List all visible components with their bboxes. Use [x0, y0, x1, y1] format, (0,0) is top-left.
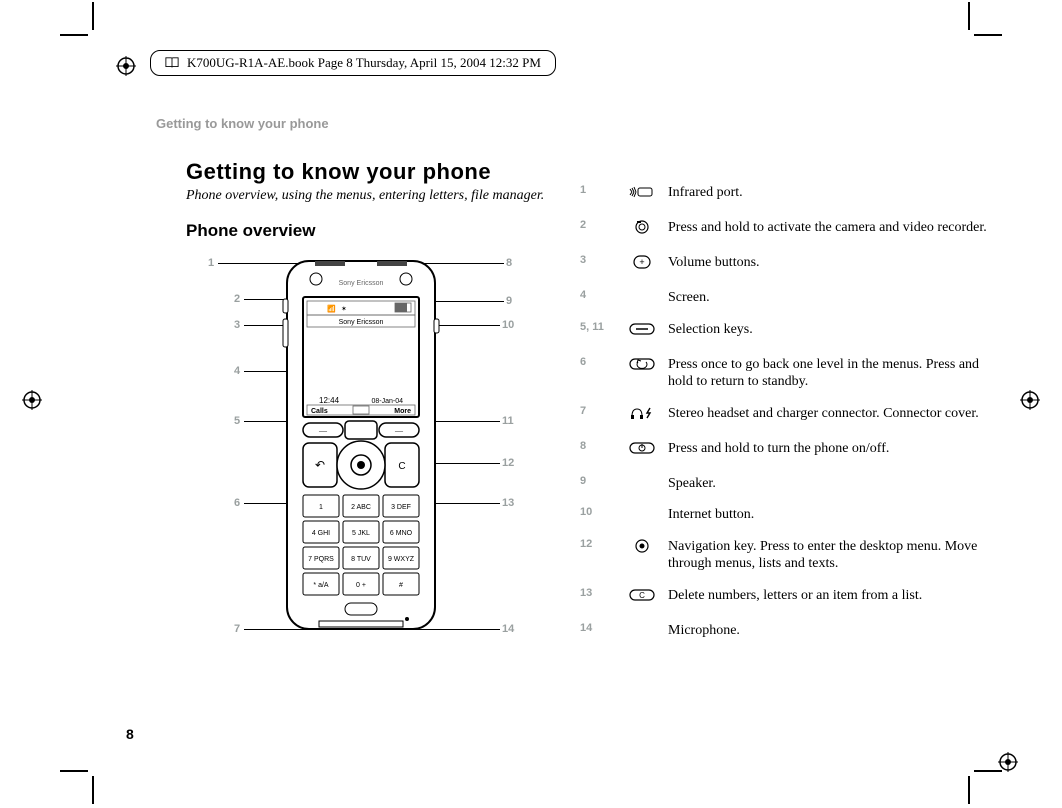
callout-14: 14: [502, 623, 514, 635]
legend-row: 13 C Delete numbers, letters or an item …: [576, 583, 996, 618]
svg-text:↶: ↶: [315, 458, 325, 472]
crop-mark: [968, 776, 970, 804]
legend-row: 7 Stereo headset and charger connector. …: [576, 401, 996, 436]
svg-text:✶: ✶: [341, 305, 347, 313]
legend-row: 3 + Volume buttons.: [576, 250, 996, 285]
page-title: Getting to know your phone: [186, 160, 556, 183]
left-column: Getting to know your phone Phone overvie…: [186, 160, 556, 665]
callout-12: 12: [502, 457, 514, 469]
page-subtitle: Phone overview, using the menus, enterin…: [186, 187, 556, 205]
book-icon: [165, 56, 179, 70]
svg-text:8 TUV: 8 TUV: [351, 556, 371, 563]
screen-date: 08-Jan-04: [371, 398, 403, 405]
phone-brand: Sony Ericsson: [339, 280, 384, 287]
book-info-text: K700UG-R1A-AE.book Page 8 Thursday, Apri…: [187, 55, 541, 71]
crop-mark: [92, 776, 94, 804]
legend-row: 10 Internet button.: [576, 502, 996, 534]
camera-icon: [620, 215, 664, 250]
callout-5: 5: [234, 415, 240, 427]
screen-softkey-right: More: [394, 408, 411, 415]
callout-line: [434, 325, 500, 326]
callout-4: 4: [234, 365, 240, 377]
screen-top-text: Sony Ericsson: [339, 319, 384, 326]
callout-2: 2: [234, 293, 240, 305]
svg-text:3 DEF: 3 DEF: [391, 504, 411, 511]
svg-text:―: ―: [318, 426, 328, 435]
svg-text:5 JKL: 5 JKL: [352, 530, 370, 537]
book-info-box: K700UG-R1A-AE.book Page 8 Thursday, Apri…: [150, 50, 556, 76]
callout-6: 6: [234, 497, 240, 509]
svg-text:C: C: [398, 461, 405, 472]
legend-table: 1 Infrared port. 2 Press and hold to act…: [576, 180, 996, 649]
crop-mark: [60, 770, 88, 772]
registration-mark-icon: [116, 56, 136, 76]
page-content: Getting to know your phone Phone overvie…: [156, 160, 1000, 758]
screen-softkey-left: Calls: [311, 408, 328, 415]
infrared-icon: [620, 180, 664, 215]
callout-7: 7: [234, 623, 240, 635]
svg-text:9 WXYZ: 9 WXYZ: [388, 556, 415, 563]
legend-text: Infrared port.: [664, 180, 996, 215]
selection-key-icon: [620, 317, 664, 352]
power-key-icon: [620, 436, 664, 471]
c-key-icon: C: [620, 583, 664, 618]
svg-text:C: C: [639, 591, 645, 600]
callout-1: 1: [208, 257, 214, 269]
svg-text:#: #: [399, 582, 403, 589]
page-number: 8: [126, 726, 134, 742]
svg-text:4 GHI: 4 GHI: [312, 530, 330, 537]
callout-10: 10: [502, 319, 514, 331]
legend-row: 5, 11 Selection keys.: [576, 317, 996, 352]
legend-row: 4 Screen.: [576, 285, 996, 317]
navigation-key-icon: [620, 534, 664, 583]
legend-column: 1 Infrared port. 2 Press and hold to act…: [576, 180, 996, 649]
legend-row: 6 Press once to go back one level in the…: [576, 352, 996, 401]
back-key-icon: [620, 352, 664, 401]
crop-mark: [60, 34, 88, 36]
running-header: Getting to know your phone: [156, 116, 329, 131]
crop-mark: [974, 34, 1002, 36]
legend-row: 2 Press and hold to activate the camera …: [576, 215, 996, 250]
svg-text:―: ―: [394, 426, 404, 435]
registration-mark-icon: [22, 390, 42, 410]
legend-row: 1 Infrared port.: [576, 180, 996, 215]
svg-text:7 PQRS: 7 PQRS: [308, 556, 334, 563]
section-heading: Phone overview: [186, 221, 556, 241]
phone-illustration: Sony Ericsson 📶 ✶ Sony Ericsson 12:44 08…: [281, 255, 441, 635]
callout-3: 3: [234, 319, 240, 331]
svg-text:+: +: [639, 257, 644, 267]
legend-row: 9 Speaker.: [576, 471, 996, 503]
svg-text:📶: 📶: [327, 304, 336, 313]
callout-8: 8: [506, 257, 512, 269]
registration-mark-icon: [1020, 390, 1040, 410]
crop-mark: [92, 2, 94, 30]
registration-mark-icon: [998, 752, 1018, 772]
phone-diagram: 1 2 3 4 5 6 7 8 9 10 11 12: [186, 245, 556, 665]
headset-charger-icon: [620, 401, 664, 436]
callout-13: 13: [502, 497, 514, 509]
crop-mark: [974, 770, 1002, 772]
legend-row: 14 Microphone.: [576, 618, 996, 650]
crop-mark: [968, 2, 970, 30]
callout-9: 9: [506, 295, 512, 307]
callout-line: [434, 301, 504, 302]
legend-row: 8 Press and hold to turn the phone on/of…: [576, 436, 996, 471]
svg-text:1: 1: [319, 504, 323, 511]
svg-text:2 ABC: 2 ABC: [351, 504, 371, 511]
legend-num: 1: [576, 180, 620, 215]
svg-text:0 +: 0 +: [356, 582, 366, 589]
svg-text:6 MNO: 6 MNO: [390, 530, 413, 537]
svg-text:* a/A: * a/A: [313, 582, 329, 589]
callout-11: 11: [502, 415, 514, 427]
legend-row: 12 Navigation key. Press to enter the de…: [576, 534, 996, 583]
volume-button-icon: +: [620, 250, 664, 285]
screen-time: 12:44: [319, 396, 340, 405]
